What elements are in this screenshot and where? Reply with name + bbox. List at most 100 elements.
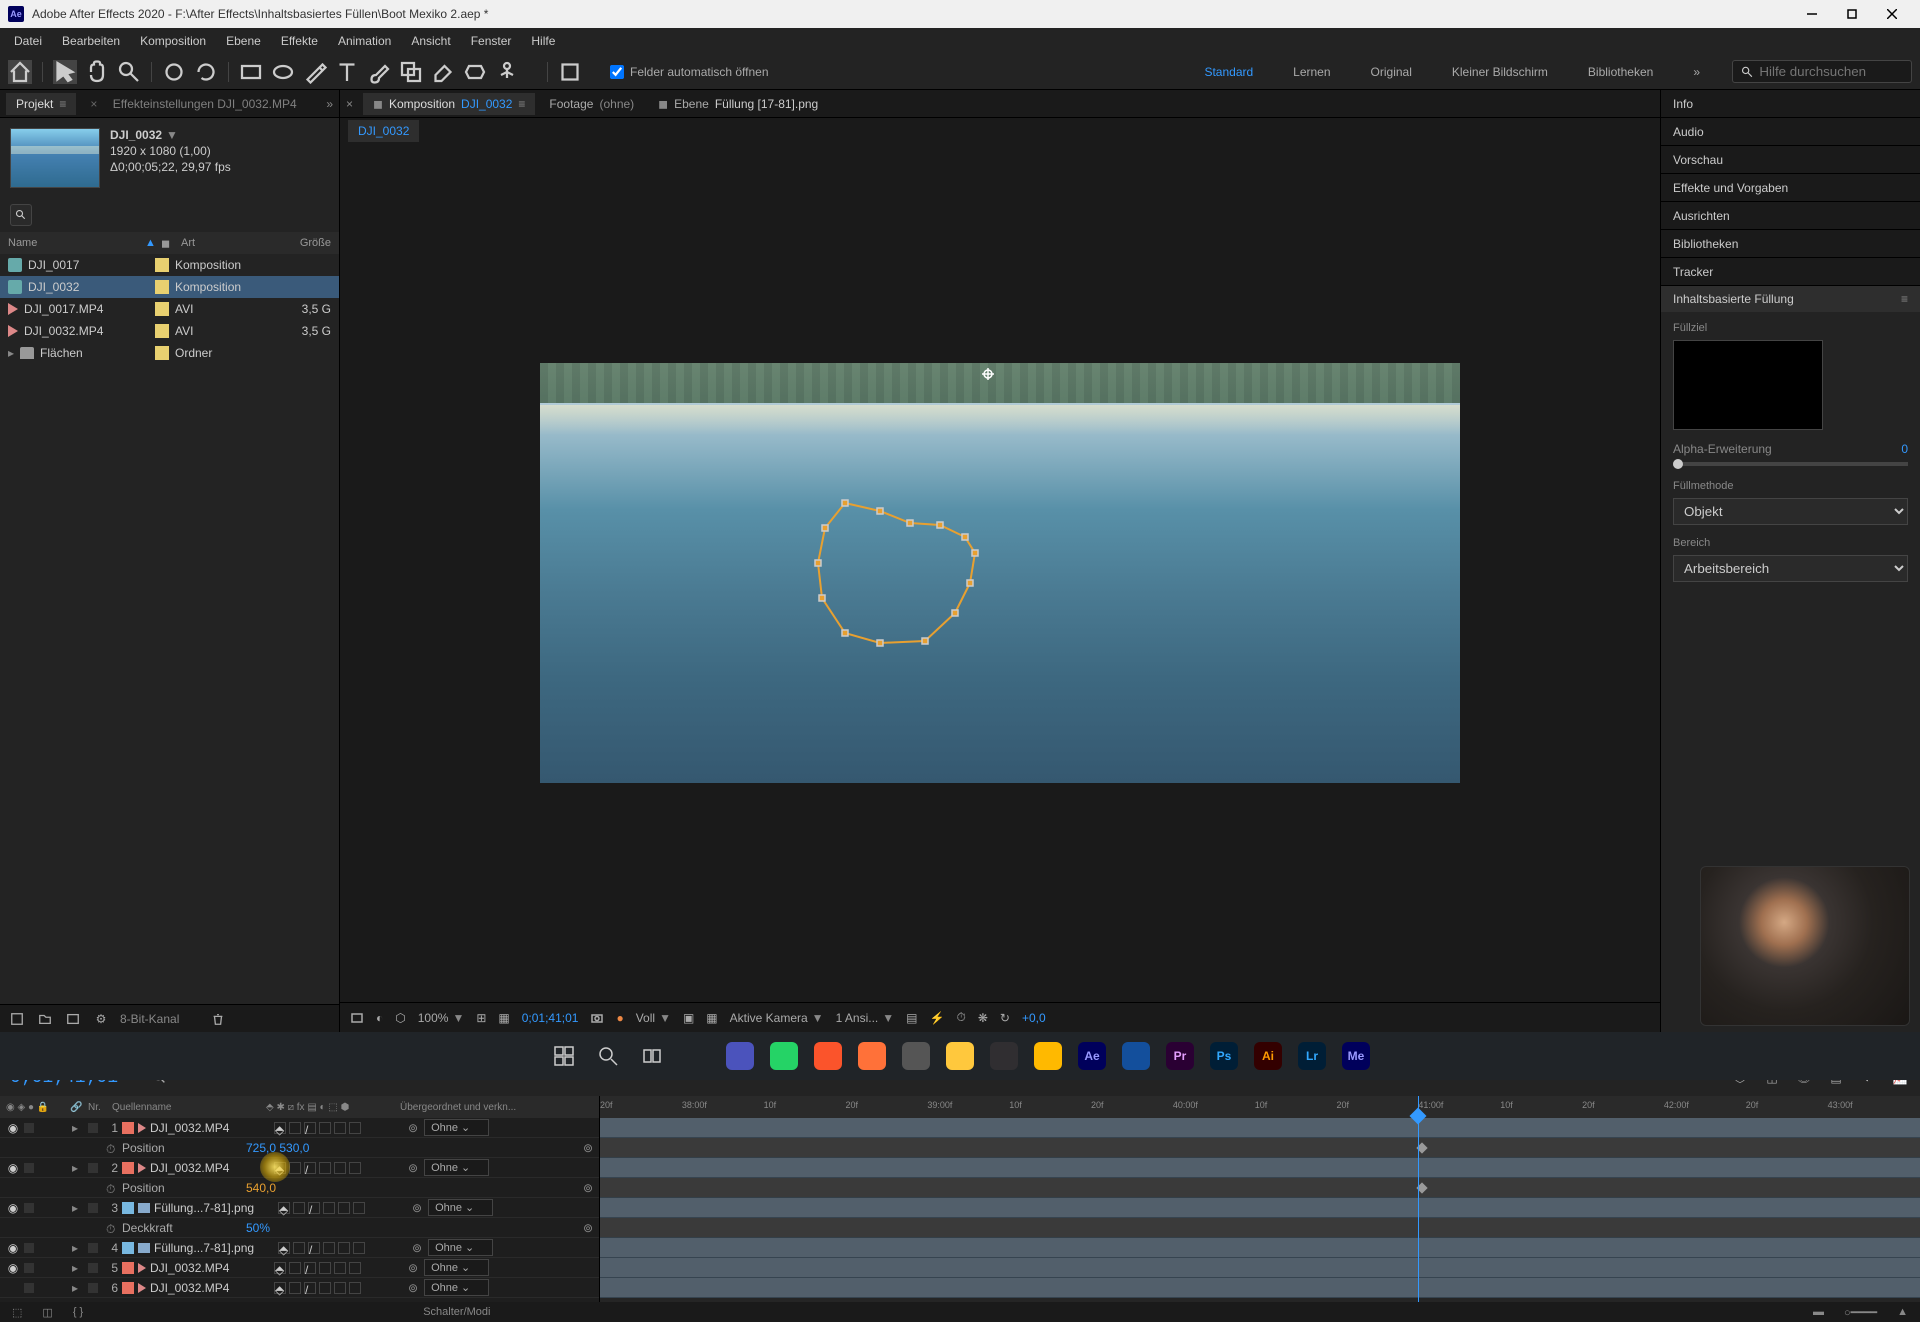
toggle-mask[interactable]: ⬡ bbox=[395, 1011, 405, 1025]
track-bar[interactable] bbox=[600, 1238, 1920, 1258]
workspace-original[interactable]: Original bbox=[1363, 61, 1420, 83]
snap-toggle[interactable] bbox=[558, 60, 582, 84]
track-bar[interactable] bbox=[600, 1278, 1920, 1298]
project-item[interactable]: DJI_0032Komposition bbox=[0, 276, 339, 298]
comp-tab-close-icon[interactable]: × bbox=[346, 97, 353, 111]
menu-hilfe[interactable]: Hilfe bbox=[521, 30, 565, 52]
workspace-standard[interactable]: Standard bbox=[1196, 61, 1261, 83]
workspace-kleiner[interactable]: Kleiner Bildschirm bbox=[1444, 61, 1556, 83]
maximize-button[interactable] bbox=[1832, 0, 1872, 28]
workspace-lernen[interactable]: Lernen bbox=[1285, 61, 1338, 83]
alpha-value[interactable]: 0 bbox=[1901, 442, 1908, 456]
comp-viewer[interactable] bbox=[340, 144, 1660, 1002]
guides-toggle[interactable]: ▦ bbox=[498, 1011, 509, 1025]
menu-effekte[interactable]: Effekte bbox=[271, 30, 328, 52]
time-ruler[interactable]: 20f38:00f10f20f39:00f10f20f40:00f10f20f4… bbox=[600, 1096, 1920, 1118]
taskbar-firefox[interactable] bbox=[852, 1036, 892, 1076]
brush-tool[interactable] bbox=[367, 60, 391, 84]
project-item[interactable]: ▸FlächenOrdner bbox=[0, 342, 339, 364]
timeline-layer[interactable]: ◉▸5DJI_0032.MP4⬘/⊚Ohne ⌄ bbox=[0, 1258, 599, 1278]
project-item[interactable]: DJI_0017Komposition bbox=[0, 254, 339, 276]
channel-toggle[interactable]: ● bbox=[616, 1011, 623, 1025]
trash-btn[interactable] bbox=[209, 1010, 227, 1028]
ellipse-tool[interactable] bbox=[271, 60, 295, 84]
tab-effect-controls[interactable]: × Effekteinstellungen DJI_0032.MP4 bbox=[80, 93, 322, 115]
taskbar-notes[interactable] bbox=[940, 1036, 980, 1076]
menu-fenster[interactable]: Fenster bbox=[461, 30, 522, 52]
new-comp-btn[interactable] bbox=[64, 1010, 82, 1028]
exposure-value[interactable]: +0,0 bbox=[1022, 1011, 1046, 1025]
zoom-out-icon[interactable]: ▬ bbox=[1813, 1306, 1824, 1318]
preview-thumbnail[interactable] bbox=[10, 128, 100, 188]
settings-btn[interactable]: ⚙ bbox=[92, 1010, 110, 1028]
taskbar-app[interactable] bbox=[896, 1036, 936, 1076]
transparency-toggle[interactable]: ▦ bbox=[706, 1011, 717, 1025]
bit-depth[interactable]: 8-Bit-Kanal bbox=[120, 1012, 179, 1026]
menu-komposition[interactable]: Komposition bbox=[130, 30, 216, 52]
views-dropdown[interactable]: 1 Ansi... ▼ bbox=[836, 1011, 895, 1025]
workspace-bibliotheken[interactable]: Bibliotheken bbox=[1580, 61, 1661, 83]
taskbar-explorer[interactable] bbox=[676, 1036, 716, 1076]
resolution-dropdown[interactable]: Voll ▼ bbox=[636, 1011, 671, 1025]
header-num[interactable]: Nr. bbox=[88, 1102, 108, 1113]
text-tool[interactable] bbox=[335, 60, 359, 84]
auto-open-input[interactable] bbox=[610, 65, 624, 79]
taskbar-obs[interactable] bbox=[984, 1036, 1024, 1076]
timeline-layer[interactable]: ◉▸2DJI_0032.MP4⬘/⊚Ohne ⌄ bbox=[0, 1158, 599, 1178]
current-time[interactable]: 0;01;41;01 bbox=[522, 1011, 579, 1025]
taskbar-premiere[interactable]: Pr bbox=[1160, 1036, 1200, 1076]
comp-flowchart-btn[interactable]: ❋ bbox=[978, 1011, 988, 1025]
menu-animation[interactable]: Animation bbox=[328, 30, 401, 52]
layer-property[interactable]: ⏱Position725,0 530,0⊚ bbox=[0, 1138, 599, 1158]
track-bar[interactable] bbox=[600, 1198, 1920, 1218]
timeline-btn[interactable]: ⏱ bbox=[956, 1010, 965, 1025]
taskbar-illustrator[interactable]: Ai bbox=[1248, 1036, 1288, 1076]
taskbar-search[interactable] bbox=[588, 1036, 628, 1076]
fill-target-preview[interactable] bbox=[1673, 340, 1823, 430]
menu-bearbeiten[interactable]: Bearbeiten bbox=[52, 30, 130, 52]
brackets-icon[interactable]: { } bbox=[73, 1306, 83, 1318]
puppet-tool[interactable] bbox=[495, 60, 519, 84]
project-item[interactable]: DJI_0032.MP4AVI3,5 G bbox=[0, 320, 339, 342]
col-size[interactable]: Größe bbox=[271, 237, 331, 249]
panel-tracker[interactable]: Tracker bbox=[1661, 258, 1920, 286]
eraser-tool[interactable] bbox=[431, 60, 455, 84]
panel-effekte[interactable]: Effekte und Vorgaben bbox=[1661, 174, 1920, 202]
timeline-layer[interactable]: ▸6DJI_0032.MP4⬘/⊚Ohne ⌄ bbox=[0, 1278, 599, 1298]
range-dropdown[interactable]: Arbeitsbereich bbox=[1673, 555, 1908, 582]
taskbar-lightroom[interactable]: Lr bbox=[1292, 1036, 1332, 1076]
switches-modes-toggle[interactable]: Schalter/Modi bbox=[423, 1306, 490, 1318]
zoom-level[interactable]: 100% ▼ bbox=[418, 1011, 465, 1025]
mask-path[interactable] bbox=[810, 493, 1000, 653]
roi-toggle[interactable]: ▣ bbox=[683, 1011, 694, 1025]
tab-ebene[interactable]: ◼ Ebene Füllung [17-81].png bbox=[648, 93, 828, 115]
col-label-icon[interactable]: ◼ bbox=[161, 237, 181, 250]
snapshot-btn[interactable] bbox=[590, 1011, 604, 1025]
zoom-in-icon[interactable]: ▲ bbox=[1897, 1306, 1908, 1318]
layer-property[interactable]: ⏱Position540,0⊚ bbox=[0, 1178, 599, 1198]
frame-blend-footer-icon[interactable]: ◫ bbox=[42, 1306, 52, 1319]
taskbar-brave[interactable] bbox=[808, 1036, 848, 1076]
tab-komposition[interactable]: ◼ Komposition DJI_0032 ≡ bbox=[363, 93, 535, 115]
alpha-slider[interactable] bbox=[1673, 462, 1908, 466]
track-bar[interactable] bbox=[600, 1118, 1920, 1138]
fill-method-dropdown[interactable]: Objekt bbox=[1673, 498, 1908, 525]
taskbar-photoshop[interactable]: Ps bbox=[1204, 1036, 1244, 1076]
home-tool[interactable] bbox=[8, 60, 32, 84]
viewer-image[interactable] bbox=[540, 363, 1460, 783]
rect-tool[interactable] bbox=[239, 60, 263, 84]
menu-ebene[interactable]: Ebene bbox=[216, 30, 271, 52]
exposure-reset[interactable]: ↻ bbox=[1000, 1011, 1010, 1025]
menu-ansicht[interactable]: Ansicht bbox=[401, 30, 460, 52]
panel-bibliotheken[interactable]: Bibliotheken bbox=[1661, 230, 1920, 258]
help-search[interactable] bbox=[1732, 60, 1912, 83]
hand-tool[interactable] bbox=[85, 60, 109, 84]
toggle-switches-icon[interactable]: ⬚ bbox=[12, 1306, 22, 1319]
anchor-point-icon[interactable] bbox=[982, 368, 994, 380]
magnify-toggle[interactable] bbox=[350, 1011, 364, 1025]
col-name[interactable]: Name bbox=[8, 237, 145, 249]
menu-datei[interactable]: Datei bbox=[4, 30, 52, 52]
zoom-slider[interactable]: ○━━━━ bbox=[1844, 1306, 1877, 1319]
roto-tool[interactable] bbox=[463, 60, 487, 84]
panel-ausrichten[interactable]: Ausrichten bbox=[1661, 202, 1920, 230]
